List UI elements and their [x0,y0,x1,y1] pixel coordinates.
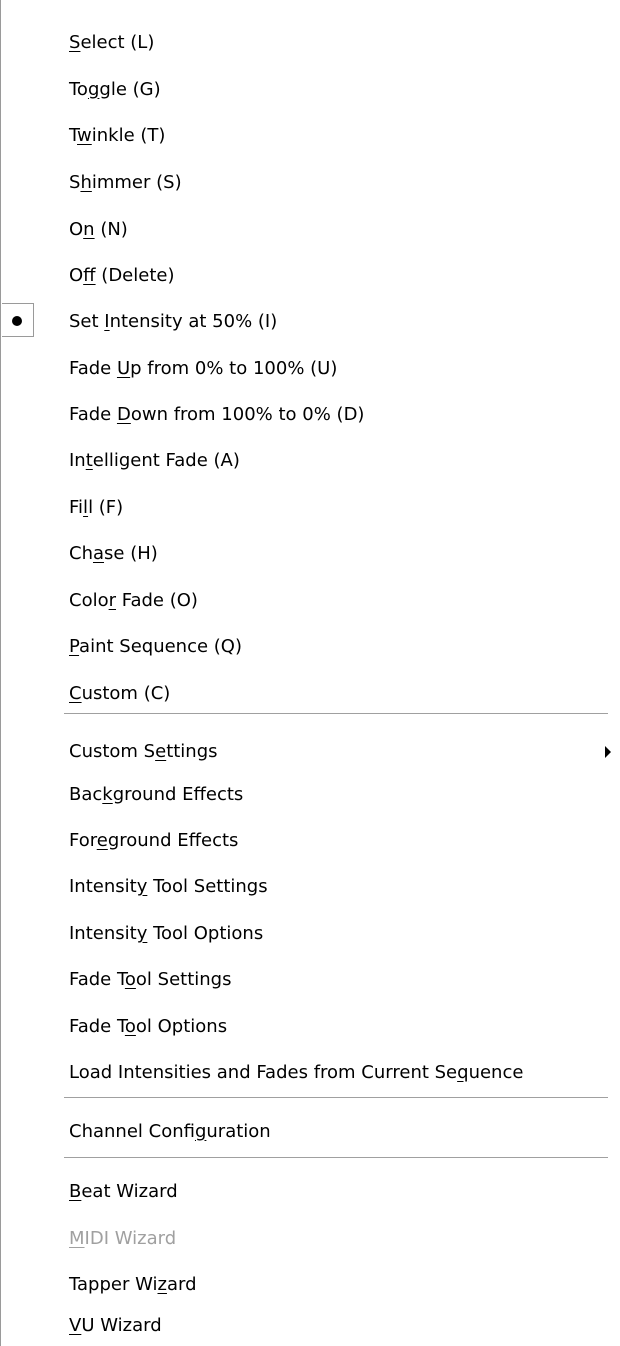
menu-item-background-effects[interactable]: Background Effects [2,777,619,813]
menu-item-custom[interactable]: Custom (C) [2,676,619,712]
menu-item-label: Intensity Tool Settings [69,876,268,897]
menu-item-label: Intelligent Fade (A) [69,450,240,471]
menu-item-paint-sequence[interactable]: Paint Sequence (Q) [2,629,619,665]
menu-item-label: Load Intensities and Fades from Current … [69,1062,524,1083]
menu-item-shimmer[interactable]: Shimmer (S) [2,165,619,201]
menu-item-custom-settings[interactable]: Custom Settings [2,734,619,770]
menu-separator [64,1097,608,1099]
menu-item-label: Chase (H) [69,543,158,564]
menu-item-channel-configuration[interactable]: Channel Configuration [2,1114,619,1150]
menu-item-label: Foreground Effects [69,830,239,851]
menu-item-fill[interactable]: Fill (F) [2,490,619,526]
menu-item-midi-wizard: MIDI Wizard [2,1221,619,1257]
menu-item-label: On (N) [69,219,128,240]
menu-item-off[interactable]: Off (Delete) [2,258,619,294]
submenu-arrow-icon [605,746,611,758]
menu-item-label: Fill (F) [69,497,124,518]
menu-item-label: Beat Wizard [69,1181,178,1202]
check-mark-area [2,303,34,337]
menu-item-beat-wizard[interactable]: Beat Wizard [2,1174,619,1210]
menu-separator [64,1157,608,1159]
menu-item-intelligent-fade[interactable]: Intelligent Fade (A) [2,443,619,479]
menu-item-label: Custom (C) [69,683,171,704]
bullet-icon [12,316,22,326]
menu-item-label: Paint Sequence (Q) [69,636,242,657]
menu-item-fade-up[interactable]: Fade Up from 0% to 100% (U) [2,351,619,387]
menu-item-select[interactable]: Select (L) [2,25,619,61]
menu-item-fade-tool-options[interactable]: Fade Tool Options [2,1009,619,1045]
menu-item-label: Off (Delete) [69,265,175,286]
menu-item-label: Custom Settings [69,741,218,762]
menu-item-fade-down[interactable]: Fade Down from 100% to 0% (D) [2,397,619,433]
menu-item-vu-wizard[interactable]: VU Wizard [2,1308,619,1344]
menu-item-label: Select (L) [69,32,155,53]
menu-item-color-fade[interactable]: Color Fade (O) [2,583,619,619]
menu-item-label: Intensity Tool Options [69,923,264,944]
menu-item-load-intensities-and-fades[interactable]: Load Intensities and Fades from Current … [2,1055,619,1091]
menu-item-label: MIDI Wizard [69,1228,177,1249]
menu-item-label: Twinkle (T) [69,125,166,146]
menu-item-tapper-wizard[interactable]: Tapper Wizard [2,1267,619,1303]
menu-separator [64,713,608,715]
menu-item-chase[interactable]: Chase (H) [2,536,619,572]
menu-item-label: Shimmer (S) [69,172,182,193]
menu-item-label: Tapper Wizard [69,1274,197,1295]
menu-item-label: Channel Configuration [69,1121,271,1142]
menu-item-toggle[interactable]: Toggle (G) [2,72,619,108]
menu-item-on[interactable]: On (N) [2,212,619,248]
menu-item-label: Fade Up from 0% to 100% (U) [69,358,338,379]
menu-item-intensity-tool-settings[interactable]: Intensity Tool Settings [2,869,619,905]
context-menu: Select (L) Toggle (G) Twinkle (T) Shimme… [0,0,620,1346]
menu-item-label: Fade Tool Options [69,1016,228,1037]
menu-item-label: Fade Down from 100% to 0% (D) [69,404,365,425]
menu-item-foreground-effects[interactable]: Foreground Effects [2,823,619,859]
menu-item-set-intensity[interactable]: Set Intensity at 50% (I) [2,303,619,340]
menu-item-label: Toggle (G) [69,79,161,100]
menu-item-label: Color Fade (O) [69,590,198,611]
menu-item-fade-tool-settings[interactable]: Fade Tool Settings [2,962,619,998]
menu-item-label: Fade Tool Settings [69,969,232,990]
menu-item-intensity-tool-options[interactable]: Intensity Tool Options [2,916,619,952]
menu-item-label: VU Wizard [69,1315,162,1336]
menu-item-label: Background Effects [69,784,244,805]
menu-item-label: Set Intensity at 50% (I) [69,311,278,332]
menu-item-twinkle[interactable]: Twinkle (T) [2,118,619,154]
